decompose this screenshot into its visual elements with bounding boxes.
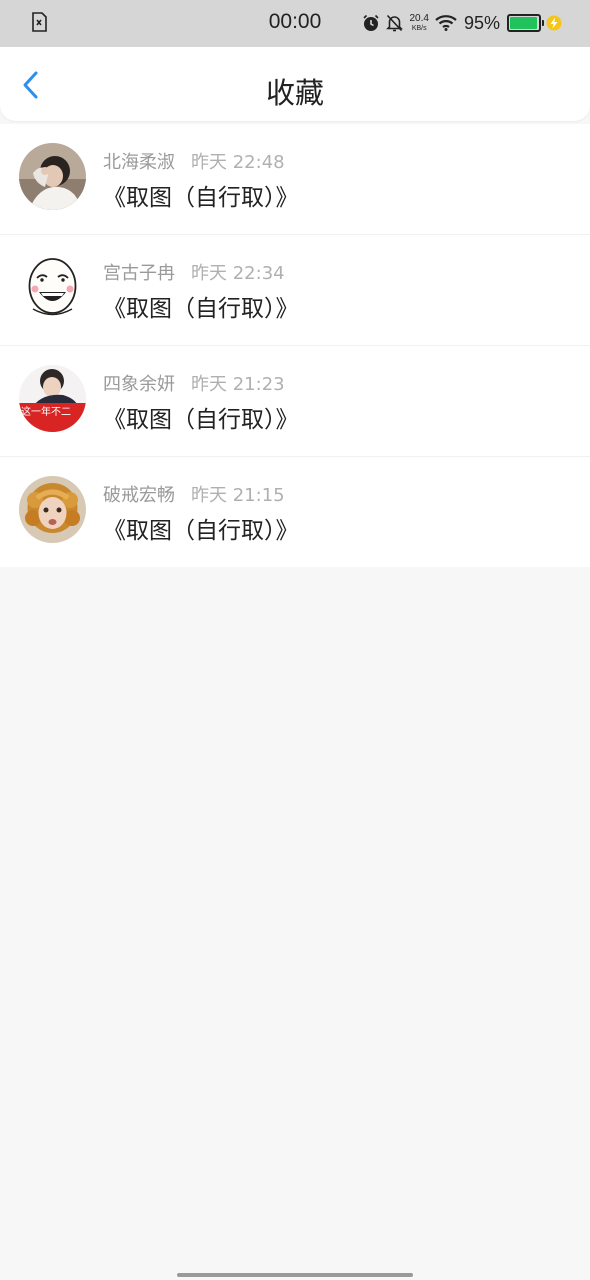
favorite-title: 《取图（自行取）》 bbox=[103, 185, 299, 211]
favorite-title: 《取图（自行取）》 bbox=[103, 296, 299, 322]
avatar[interactable] bbox=[19, 143, 86, 210]
sender-name: 宫古子冉 bbox=[103, 263, 175, 284]
item-meta: 四象余妍 昨天 21:23 bbox=[103, 370, 285, 396]
favorite-item[interactable]: 北海柔淑 昨天 22:48 《取图（自行取）》 bbox=[0, 124, 590, 235]
sender-name: 北海柔淑 bbox=[103, 152, 175, 173]
favorite-title: 《取图（自行取）》 bbox=[103, 407, 299, 433]
timestamp: 昨天 22:34 bbox=[191, 263, 285, 284]
timestamp: 昨天 22:48 bbox=[191, 152, 285, 173]
favorite-item[interactable]: 这一年不二 四象余妍 昨天 21:23 《取图（自行取）》 bbox=[0, 346, 590, 457]
timestamp: 昨天 21:23 bbox=[191, 374, 285, 395]
sender-name: 四象余妍 bbox=[103, 374, 175, 395]
status-icons: 20.4 KB/s 95% bbox=[356, 10, 563, 36]
net-speed-value: 20.4 bbox=[409, 13, 429, 24]
sender-name: 破戒宏畅 bbox=[103, 485, 175, 506]
net-speed-unit: KB/s bbox=[411, 25, 427, 32]
item-meta: 破戒宏畅 昨天 21:15 bbox=[103, 481, 285, 507]
favorite-title: 《取图（自行取）》 bbox=[103, 518, 299, 544]
battery-level bbox=[510, 17, 537, 29]
charging-icon bbox=[546, 15, 562, 31]
favorite-item[interactable]: 宫古子冉 昨天 22:34 《取图（自行取）》 bbox=[0, 235, 590, 346]
avatar[interactable] bbox=[19, 476, 86, 543]
item-meta: 宫古子冉 昨天 22:34 bbox=[103, 259, 285, 285]
battery-icon bbox=[507, 14, 544, 32]
avatar[interactable]: 这一年不二 bbox=[19, 365, 86, 432]
favorites-list: 北海柔淑 昨天 22:48 《取图（自行取）》 宫古子冉 昨天 22:34 《取图（自行取… bbox=[0, 124, 590, 567]
nav-header: 收藏 bbox=[0, 47, 590, 121]
timestamp: 昨天 21:15 bbox=[191, 485, 285, 506]
net-speed: 20.4 KB/s bbox=[409, 13, 429, 33]
item-meta: 北海柔淑 昨天 22:48 bbox=[103, 148, 285, 174]
favorite-item[interactable]: 破戒宏畅 昨天 21:15 《取图（自行取）》 bbox=[0, 457, 590, 567]
avatar[interactable] bbox=[19, 254, 86, 321]
wifi-icon bbox=[435, 15, 457, 31]
svg-text:这一年不二: 这一年不二 bbox=[21, 405, 71, 418]
status-bar: 00:00 20.4 KB/s 95% bbox=[0, 0, 590, 47]
bell-off-icon bbox=[385, 14, 403, 32]
page-title: 收藏 bbox=[265, 76, 324, 110]
home-indicator[interactable] bbox=[177, 1273, 413, 1277]
alarm-icon bbox=[362, 14, 379, 31]
battery-percent: 95% bbox=[463, 12, 500, 33]
